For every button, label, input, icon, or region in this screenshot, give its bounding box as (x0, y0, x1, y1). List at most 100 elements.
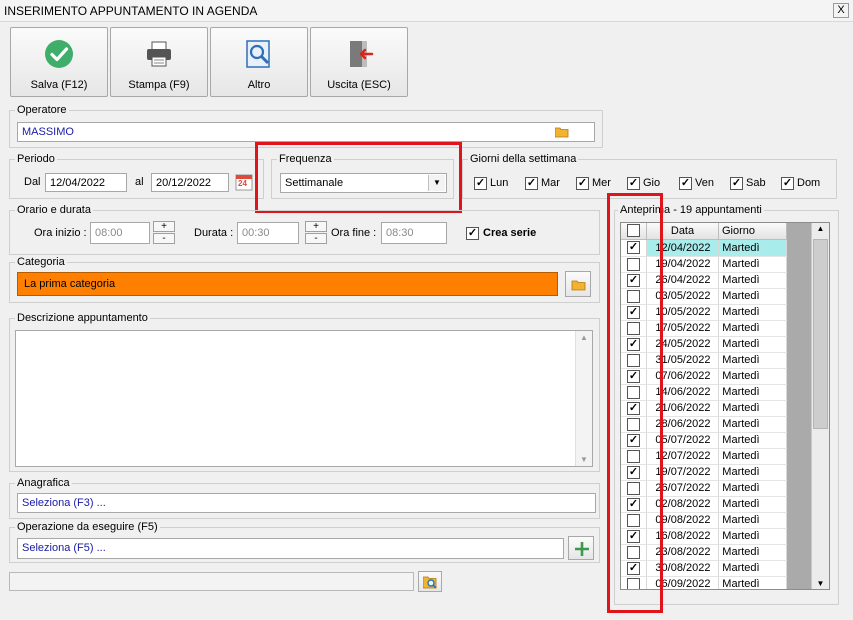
durata-field[interactable]: 00:30 (237, 222, 299, 244)
giorni-label: Giorni della settimana (468, 153, 579, 165)
highlight-frequenza (255, 142, 462, 213)
search-icon (423, 576, 437, 589)
descrizione-label: Descrizione appuntamento (15, 312, 150, 324)
folder-icon[interactable] (555, 126, 569, 138)
dal-label: Dal (24, 176, 41, 188)
durata-value: 00:30 (242, 227, 270, 239)
ora-fine-value: 08:30 (386, 227, 414, 239)
scroll-down-icon[interactable]: ▼ (576, 455, 592, 464)
highlight-check-column (607, 193, 663, 613)
day-label-mar: Mar (541, 177, 560, 189)
day-label-sab: Sab (746, 177, 766, 189)
ora-inizio-minus-button[interactable]: - (153, 233, 175, 244)
categoria-label: Categoria (15, 256, 67, 268)
row-day: Martedì (718, 432, 787, 449)
exit-door-icon (350, 41, 374, 67)
plus-icon (575, 542, 589, 556)
day-label-lun: Lun (490, 177, 509, 189)
row-day: Martedì (718, 288, 787, 305)
add-operation-button[interactable] (568, 536, 594, 560)
anagrafica-field[interactable]: Seleziona (F3) ... (17, 493, 596, 513)
row-day: Martedì (718, 576, 787, 589)
anagrafica-label: Anagrafica (15, 477, 72, 489)
row-day: Martedì (718, 416, 787, 433)
day-checkbox-mar[interactable] (525, 177, 538, 190)
categoria-field[interactable]: La prima categoria (17, 272, 558, 296)
dal-date-field[interactable]: 12/04/2022 (45, 173, 127, 192)
bottom-search-button[interactable] (418, 571, 442, 592)
operatore-field[interactable]: MASSIMO (17, 122, 595, 142)
exit-button[interactable]: Uscita (ESC) (310, 27, 408, 97)
operatore-label: Operatore (15, 104, 69, 116)
save-button-label: Salva (F12) (30, 79, 88, 91)
scroll-down-icon[interactable]: ▼ (812, 579, 829, 588)
row-day: Martedì (718, 240, 787, 257)
print-button[interactable]: Stampa (F9) (110, 27, 208, 97)
day-label-gio: Gio (643, 177, 661, 189)
al-value: 20/12/2022 (156, 177, 212, 189)
row-day: Martedì (718, 464, 787, 481)
descrizione-scrollbar[interactable]: ▲ ▼ (575, 331, 592, 466)
categoria-folder-button[interactable] (565, 271, 591, 297)
row-day: Martedì (718, 272, 787, 289)
al-date-field[interactable]: 20/12/2022 (151, 173, 229, 192)
categoria-value: La prima categoria (24, 278, 116, 290)
row-day: Martedì (718, 304, 787, 321)
day-checkbox-ven[interactable] (679, 177, 692, 190)
row-day: Martedì (718, 320, 787, 337)
row-day: Martedì (718, 512, 787, 529)
print-button-label: Stampa (F9) (128, 79, 190, 91)
row-day: Martedì (718, 256, 787, 273)
scroll-up-icon[interactable]: ▲ (576, 333, 592, 342)
operazione-field[interactable]: Seleziona (F5) ... (17, 538, 564, 559)
ora-inizio-plus-button[interactable]: + (153, 221, 175, 232)
crea-serie-checkbox[interactable] (466, 227, 479, 240)
printer-icon (147, 41, 171, 67)
row-day: Martedì (718, 496, 787, 513)
durata-plus-button[interactable]: + (305, 221, 327, 232)
calendar-day: 24 (238, 179, 247, 188)
ora-inizio-label: Ora inizio : (34, 227, 87, 239)
crea-serie-label: Crea serie (483, 227, 537, 239)
row-day: Martedì (718, 368, 787, 385)
grid-header-day[interactable]: Giorno (719, 223, 787, 240)
row-day: Martedì (718, 528, 787, 545)
day-checkbox-mer[interactable] (576, 177, 589, 190)
day-checkbox-lun[interactable] (474, 177, 487, 190)
day-checkbox-sab[interactable] (730, 177, 743, 190)
operazione-value: Seleziona (F5) ... (22, 542, 106, 554)
other-button[interactable]: Altro (210, 27, 308, 97)
operazione-label: Operazione da eseguire (F5) (15, 521, 160, 533)
periodo-label: Periodo (15, 153, 57, 165)
ora-inizio-value: 08:00 (95, 227, 123, 239)
day-checkbox-dom[interactable] (781, 177, 794, 190)
durata-minus-button[interactable]: - (305, 233, 327, 244)
day-checkbox-gio[interactable] (627, 177, 640, 190)
row-day: Martedì (718, 448, 787, 465)
ora-fine-field[interactable]: 08:30 (381, 222, 447, 244)
row-day: Martedì (718, 560, 787, 577)
descrizione-textarea[interactable] (15, 330, 593, 467)
save-button[interactable]: Salva (F12) (10, 27, 108, 97)
row-day: Martedì (718, 352, 787, 369)
ora-fine-label: Ora fine : (331, 227, 377, 239)
orario-label: Orario e durata (15, 204, 93, 216)
close-button[interactable]: X (833, 3, 849, 18)
folder-icon (571, 280, 586, 291)
ora-inizio-field[interactable]: 08:00 (90, 222, 150, 244)
bottom-field[interactable] (9, 572, 414, 591)
title-bar: INSERIMENTO APPUNTAMENTO IN AGENDA X (0, 0, 853, 22)
durata-label: Durata : (194, 227, 234, 239)
scroll-up-icon[interactable]: ▲ (812, 224, 829, 233)
check-icon (45, 40, 73, 68)
row-day: Martedì (718, 400, 787, 417)
operatore-value: MASSIMO (22, 126, 74, 138)
row-day: Martedì (718, 480, 787, 497)
anagrafica-value: Seleziona (F3) ... (22, 497, 106, 509)
scroll-thumb[interactable] (813, 239, 828, 429)
calendar-icon[interactable]: 24 (234, 172, 254, 192)
window-title: INSERIMENTO APPUNTAMENTO IN AGENDA (4, 4, 258, 18)
search-document-icon (246, 40, 270, 68)
grid-scrollbar[interactable]: ▲ ▼ (811, 223, 829, 589)
dal-value: 12/04/2022 (50, 177, 106, 189)
